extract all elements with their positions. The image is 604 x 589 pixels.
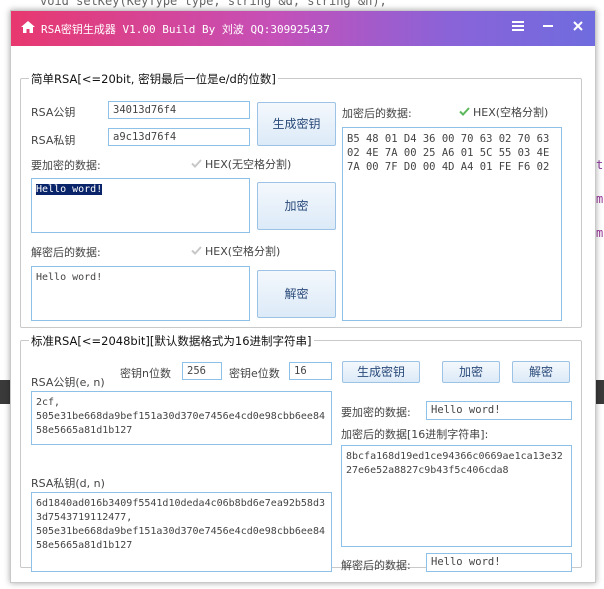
- app-window: RSA密钥生成器 V1.00 Build By 刘波 QQ:309925437 …: [10, 10, 596, 583]
- background-fragment: mp: [596, 192, 604, 206]
- simple-decrypt-button[interactable]: 解密: [257, 270, 336, 318]
- standard-decrypted-label: 解密后的数据:: [341, 559, 411, 572]
- e-bits-label: 密钥e位数: [229, 367, 280, 380]
- simple-plain-text: Hello word!: [36, 184, 103, 195]
- standard-rsa-group: 标准RSA[<=2048bit][默认数据格式为16进制字符串] RSA公钥(e…: [20, 333, 582, 572]
- background-fragment: t: [596, 158, 604, 172]
- check-icon: [191, 158, 202, 169]
- title-bar[interactable]: RSA密钥生成器 V1.00 Build By 刘波 QQ:309925437: [11, 11, 595, 46]
- menu-button[interactable]: [507, 17, 529, 39]
- check-icon: [191, 245, 202, 256]
- simple-priv-input[interactable]: a9c13d76f4: [108, 128, 250, 146]
- hamburger-icon: [512, 21, 524, 31]
- simple-encrypted-textarea[interactable]: B5 48 01 D4 36 00 70 63 02 70 63 02 4E 7…: [342, 127, 562, 321]
- simple-pub-label: RSA公钥: [31, 106, 76, 119]
- minimize-button[interactable]: [537, 17, 559, 39]
- simple-hex-space-label: HEX(空格分割): [205, 245, 281, 258]
- simple-encrypt-button[interactable]: 加密: [257, 182, 336, 230]
- standard-decrypt-button[interactable]: 解密: [512, 361, 570, 383]
- minimize-icon: [543, 25, 553, 27]
- background-code-line: void setKey(KeyType type, string &d, str…: [40, 0, 387, 8]
- check-icon: [459, 106, 470, 117]
- close-icon: [573, 21, 583, 31]
- standard-plain-label: 要加密的数据:: [341, 406, 411, 419]
- background-fragment: mp: [596, 226, 604, 240]
- standard-rsa-title: 标准RSA[<=2048bit][默认数据格式为16进制字符串]: [29, 333, 314, 349]
- simple-hex-space-checkbox[interactable]: HEX(空格分割): [191, 243, 280, 259]
- standard-decrypted-input[interactable]: Hello word!: [426, 553, 572, 572]
- simple-decrypted-textarea[interactable]: Hello word!: [31, 266, 250, 321]
- home-icon: [20, 19, 36, 35]
- standard-encrypted-textarea[interactable]: 8bcfa168d19ed1ce94366c0669ae1ca13e3227e6…: [341, 445, 572, 547]
- n-bits-label: 密钥n位数: [120, 367, 171, 380]
- standard-pub-textarea[interactable]: 2cf, 505e31be668da9bef151a30d370e7456e4c…: [31, 391, 332, 445]
- simple-generate-key-button[interactable]: 生成密钥: [257, 102, 336, 146]
- simple-rsa-group: 简单RSA[<=20bit, 密钥最后一位是e/d的位数] RSA公钥 3401…: [20, 71, 582, 328]
- simple-encrypted-hex-checkbox[interactable]: HEX(空格分割): [459, 104, 548, 120]
- standard-encrypt-button[interactable]: 加密: [442, 361, 500, 383]
- simple-encrypted-hex-label: HEX(空格分割): [473, 106, 549, 119]
- close-button[interactable]: [567, 17, 589, 39]
- standard-plain-input[interactable]: Hello word!: [426, 401, 572, 420]
- window-title: RSA密钥生成器 V1.00 Build By 刘波 QQ:309925437: [41, 23, 330, 36]
- simple-pub-input[interactable]: 34013d76f4: [108, 101, 250, 119]
- standard-pub-label: RSA公钥(e, n): [31, 376, 105, 389]
- standard-priv-label: RSA私钥(d, n): [31, 477, 105, 490]
- simple-priv-label: RSA私钥: [31, 134, 76, 147]
- e-bits-input[interactable]: 16: [289, 362, 332, 380]
- standard-generate-key-button[interactable]: 生成密钥: [342, 361, 420, 383]
- standard-encrypted-label: 加密后的数据[16进制字符串]:: [341, 428, 489, 441]
- simple-hex-nospace-label: HEX(无空格分割): [205, 158, 292, 171]
- n-bits-input[interactable]: 256: [182, 362, 222, 380]
- background-band: [0, 380, 10, 404]
- standard-priv-textarea[interactable]: 6d1840ad016b3409f5541d10deda4c06b8bd6e7e…: [31, 492, 332, 572]
- simple-rsa-title: 简单RSA[<=20bit, 密钥最后一位是e/d的位数]: [29, 71, 278, 87]
- simple-encrypted-label: 加密后的数据:: [342, 107, 412, 120]
- simple-hex-nospace-checkbox[interactable]: HEX(无空格分割): [191, 156, 291, 172]
- background-band: [596, 380, 604, 404]
- simple-plain-textarea[interactable]: Hello word!: [31, 178, 250, 233]
- simple-plain-label: 要加密的数据:: [31, 159, 101, 172]
- simple-decrypted-label: 解密后的数据:: [31, 246, 101, 259]
